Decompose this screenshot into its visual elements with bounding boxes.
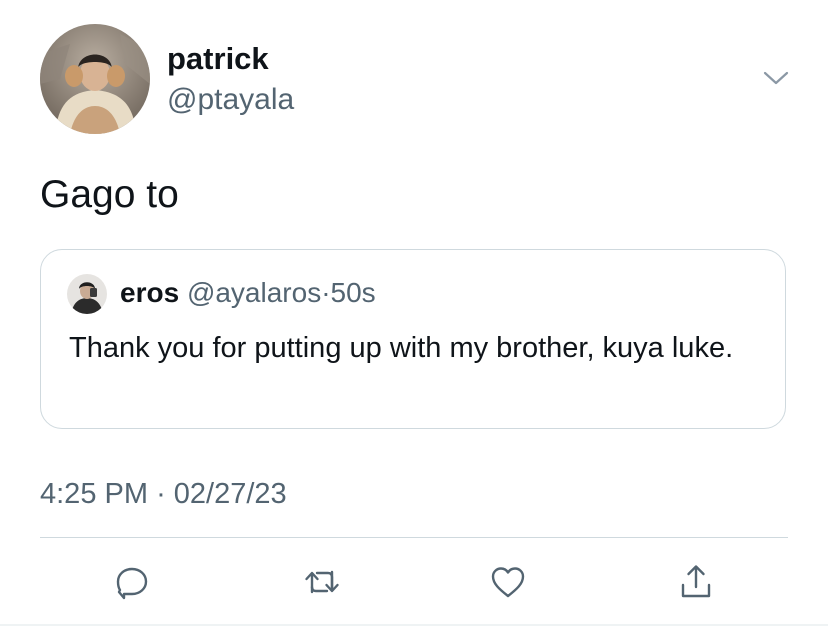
chevron-down-icon[interactable] bbox=[762, 68, 790, 88]
quote-handle[interactable]: @ayalaros bbox=[187, 277, 321, 308]
quoted-tweet-card[interactable]: eros @ayalaros·50s Thank you for putting… bbox=[40, 249, 786, 429]
quote-author-avatar[interactable] bbox=[67, 274, 107, 314]
author-avatar[interactable] bbox=[40, 24, 150, 134]
author-display-name[interactable]: patrick bbox=[167, 40, 269, 78]
quote-separator: · bbox=[321, 277, 331, 308]
tweet-date: 02/27/23 bbox=[173, 478, 287, 510]
retweet-icon bbox=[305, 570, 339, 594]
tweet-time: 4:25 PM bbox=[40, 478, 148, 510]
timestamp-separator: · bbox=[156, 478, 166, 510]
reply-icon bbox=[116, 567, 148, 600]
quote-header: eros @ayalaros·50s bbox=[120, 275, 376, 311]
quote-text: Thank you for putting up with my brother… bbox=[69, 332, 734, 364]
like-button[interactable] bbox=[488, 562, 528, 602]
divider bbox=[40, 537, 788, 538]
tweet-timestamp[interactable]: 4:25 PM · 02/27/23 bbox=[40, 475, 287, 513]
retweet-button[interactable] bbox=[302, 562, 342, 602]
quote-display-name[interactable]: eros bbox=[120, 277, 179, 308]
share-icon bbox=[681, 565, 711, 598]
tweet-text: Gago to bbox=[40, 173, 179, 216]
like-icon bbox=[491, 567, 525, 598]
author-handle[interactable]: @ptayala bbox=[167, 81, 294, 119]
quote-time: 50s bbox=[330, 277, 376, 308]
share-button[interactable] bbox=[676, 562, 716, 602]
reply-button[interactable] bbox=[112, 562, 152, 602]
